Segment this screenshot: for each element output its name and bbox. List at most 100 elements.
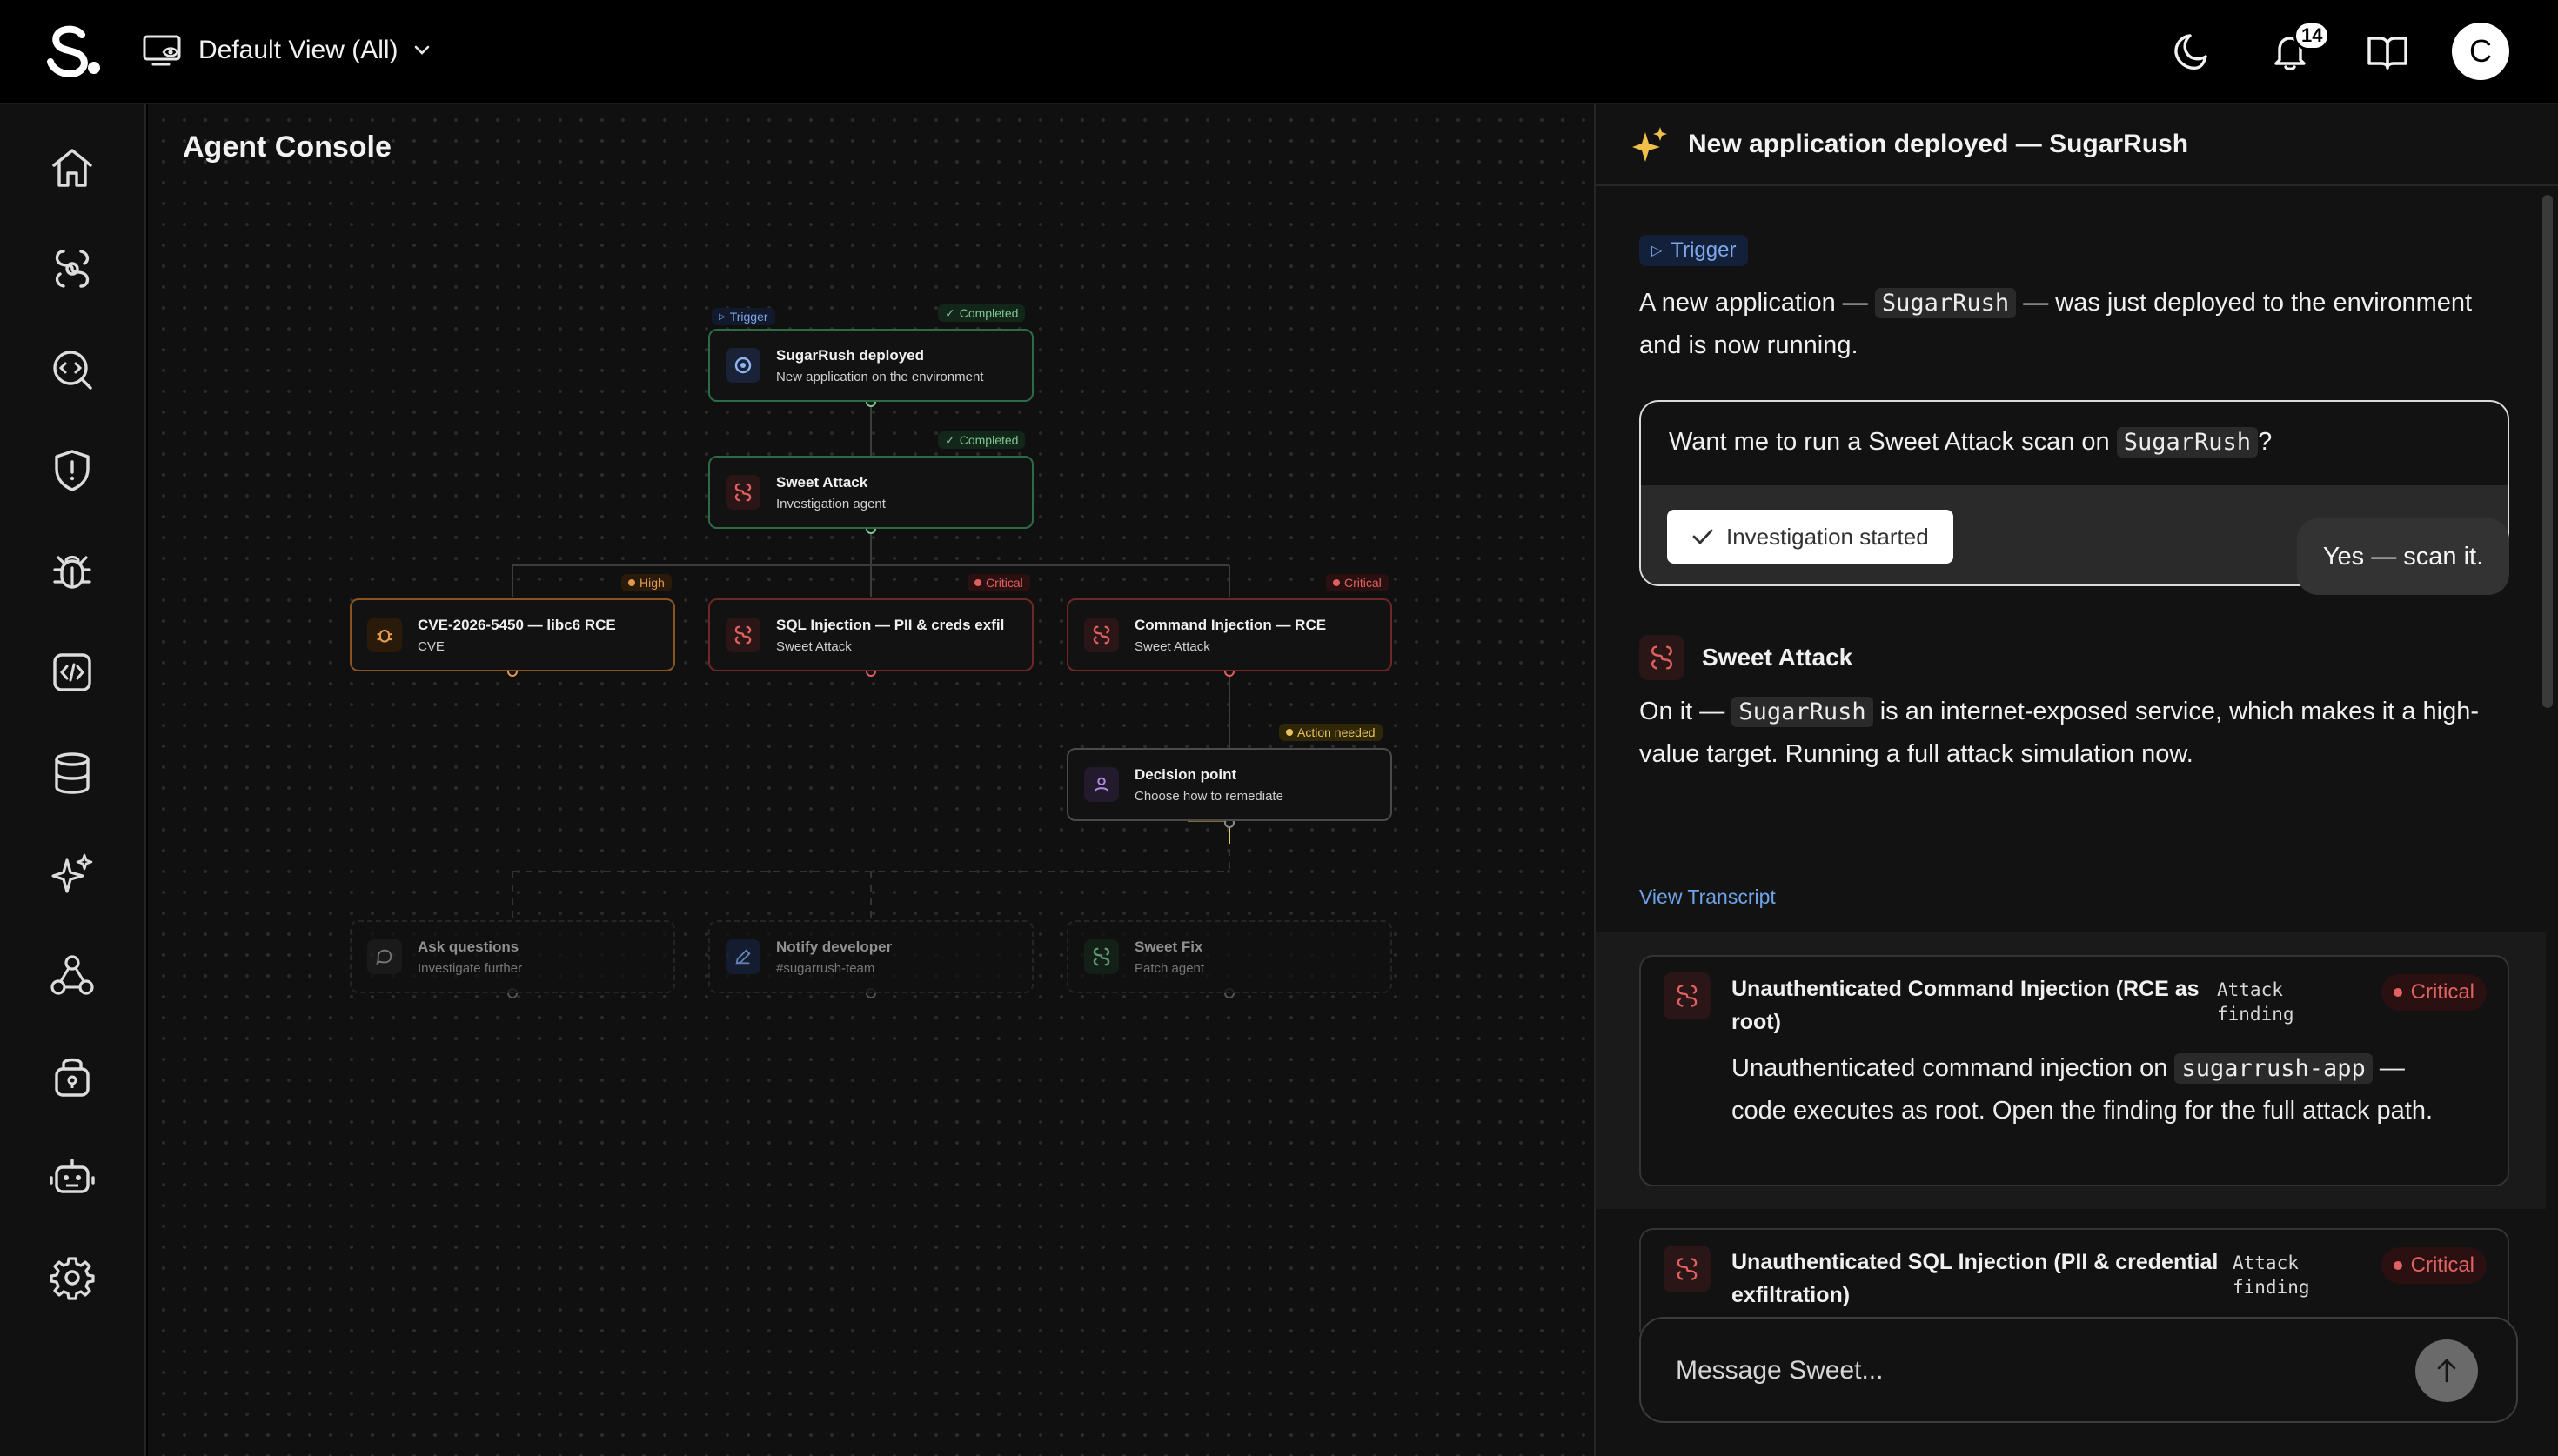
robot-icon bbox=[50, 1159, 95, 1193]
completed-tag: ✓ Completed bbox=[938, 431, 1026, 449]
node-title: SugarRush deployed bbox=[776, 346, 925, 364]
notification-count-badge: 14 bbox=[2293, 21, 2331, 50]
finding-type: Attack finding bbox=[2233, 1252, 2310, 1298]
sweet-attack-icon bbox=[726, 618, 760, 652]
check-icon bbox=[1692, 529, 1713, 545]
severity-tag-critical: Critical bbox=[968, 574, 1030, 591]
sidebar-item-settings[interactable] bbox=[42, 1247, 103, 1308]
sweet-fix-icon bbox=[1084, 939, 1119, 974]
message-composer bbox=[1639, 1317, 2518, 1423]
monitor-eye-icon bbox=[143, 35, 181, 66]
deploy-icon bbox=[726, 348, 760, 383]
scan-prompt-question: Want me to run a Sweet Attack scan on Su… bbox=[1669, 427, 2273, 458]
agent-message: On it — SugarRush is an internet-exposed… bbox=[1639, 697, 2479, 768]
node-title: Decision point bbox=[1135, 765, 1237, 783]
node-title: Sweet Fix bbox=[1135, 938, 1203, 955]
finding-title: Unauthenticated Command Injection (RCE a… bbox=[1731, 977, 2200, 1034]
lock-bag-icon bbox=[55, 1058, 90, 1097]
node-command-injection[interactable]: Command Injection — RCE Sweet Attack bbox=[1067, 598, 1392, 671]
sidebar-item-secrets[interactable] bbox=[42, 1045, 103, 1106]
node-title: Ask questions bbox=[418, 938, 519, 955]
message-input[interactable] bbox=[1676, 1345, 2372, 1397]
finding-card-command-injection[interactable]: Unauthenticated Command Injection (RCE a… bbox=[1639, 955, 2509, 1186]
sweet-attack-icon bbox=[1664, 972, 1711, 1019]
finding-title: Unauthenticated SQL Injection (PII & cre… bbox=[1731, 1250, 2219, 1307]
moon-icon bbox=[2174, 34, 2207, 70]
panel-header: New application deployed — SugarRush bbox=[1596, 104, 2558, 186]
gear-icon bbox=[50, 1257, 95, 1300]
sidebar bbox=[0, 104, 146, 1456]
sweet-attack-icon bbox=[1664, 1246, 1711, 1292]
code-file-icon bbox=[53, 653, 91, 691]
cve-bug-icon bbox=[367, 618, 402, 652]
severity-badge: Critical bbox=[2381, 974, 2487, 1011]
panel-title: New application deployed — SugarRush bbox=[1688, 130, 2189, 158]
sweet-attack-icon bbox=[1639, 635, 1684, 680]
node-decision-point[interactable]: Decision point Choose how to remediate bbox=[1067, 748, 1392, 821]
view-transcript-link[interactable]: View Transcript bbox=[1639, 885, 1776, 909]
theme-toggle-button[interactable] bbox=[2166, 26, 2219, 78]
sweet-logo[interactable] bbox=[45, 24, 103, 77]
sidebar-item-home[interactable] bbox=[42, 137, 103, 198]
arrow-up-icon bbox=[2437, 1359, 2456, 1383]
sweet-attack-icon bbox=[726, 475, 760, 510]
bug-icon bbox=[53, 555, 91, 589]
node-subtitle: #sugarrush-team bbox=[776, 960, 875, 976]
severity-tag-critical: Critical bbox=[1326, 574, 1389, 591]
node-sweet-attack[interactable]: Sweet Attack Investigation agent bbox=[708, 456, 1034, 529]
node-cve[interactable]: CVE-2026-5450 — libc6 RCE CVE bbox=[350, 598, 675, 671]
finding-description: Unauthenticated command injection on sug… bbox=[1731, 1053, 2434, 1125]
severity-badge: Critical bbox=[2381, 1247, 2487, 1284]
node-title: Notify developer bbox=[776, 938, 893, 955]
sparkles-icon bbox=[1632, 127, 1667, 162]
completed-tag: ✓ Completed bbox=[938, 304, 1026, 322]
sidebar-item-security[interactable] bbox=[42, 440, 103, 501]
sidebar-item-sweet-attack[interactable] bbox=[42, 238, 103, 299]
view-selector[interactable]: Default View (All) bbox=[143, 24, 430, 77]
agent-name: Sweet Attack bbox=[1702, 644, 1853, 671]
node-notify-developer[interactable]: Notify developer #sugarrush-team bbox=[708, 920, 1034, 993]
chevron-down-icon bbox=[414, 45, 429, 55]
sidebar-item-ai[interactable] bbox=[42, 844, 103, 905]
notifications-button[interactable]: 14 bbox=[2264, 21, 2331, 78]
agent-console-canvas[interactable]: Agent Console ▷ Trigger ✓ Completed SugarR… bbox=[148, 104, 1594, 1456]
sidebar-item-code[interactable] bbox=[42, 642, 103, 703]
top-bar: Default View (All) 14 C bbox=[0, 0, 2558, 104]
action-needed-tag: Action needed bbox=[1279, 724, 1383, 741]
sidebar-item-identities[interactable] bbox=[42, 945, 103, 1005]
node-subtitle: Choose how to remediate bbox=[1135, 788, 1283, 804]
agent-header: Sweet Attack bbox=[1639, 635, 1852, 680]
view-selector-label: Default View (All) bbox=[198, 36, 398, 64]
sidebar-item-database[interactable] bbox=[42, 743, 103, 804]
user-avatar[interactable]: C bbox=[2452, 23, 2509, 80]
trigger-chip: ▷ Trigger bbox=[1639, 235, 1749, 266]
severity-tag-high: High bbox=[621, 574, 672, 591]
node-title: CVE-2026-5450 — libc6 RCE bbox=[418, 616, 616, 633]
investigation-started-button[interactable]: Investigation started bbox=[1667, 510, 1953, 564]
chat-thread[interactable]: ▷ Trigger A new application — SugarRush —… bbox=[1596, 186, 2558, 1404]
trigger-tag: ▷ Trigger bbox=[712, 308, 775, 325]
chat-scrollbar[interactable] bbox=[2542, 195, 2553, 708]
shield-icon bbox=[55, 450, 90, 491]
send-button[interactable] bbox=[2415, 1339, 2478, 1402]
docs-button[interactable] bbox=[2361, 26, 2414, 78]
book-open-icon bbox=[2367, 37, 2407, 70]
node-ask-questions[interactable]: Ask questions Investigate further bbox=[350, 920, 675, 993]
chat-panel: New application deployed — SugarRush ▷ Tr… bbox=[1594, 104, 2558, 1456]
sidebar-item-agents[interactable] bbox=[42, 1146, 103, 1207]
sidebar-item-code-search[interactable] bbox=[42, 339, 103, 400]
sweet-attack-icon bbox=[1084, 618, 1119, 652]
finding-type: Attack finding bbox=[2217, 979, 2294, 1025]
node-subtitle: Sweet Attack bbox=[1135, 638, 1210, 654]
node-subtitle: CVE bbox=[418, 638, 445, 654]
node-sugarrush-deployed[interactable]: SugarRush deployed New application on the… bbox=[708, 329, 1034, 402]
node-sql-injection[interactable]: SQL Injection — PII & creds exfil Sweet A… bbox=[708, 598, 1034, 671]
node-sweet-fix[interactable]: Sweet Fix Patch agent bbox=[1067, 920, 1392, 993]
node-title: Command Injection — RCE bbox=[1135, 616, 1327, 633]
sidebar-item-bugs[interactable] bbox=[42, 541, 103, 602]
user-message: Yes — scan it. bbox=[2297, 518, 2509, 595]
node-title: SQL Injection — PII & creds exfil bbox=[776, 616, 1005, 633]
node-title: Sweet Attack bbox=[776, 473, 868, 491]
node-subtitle: Sweet Attack bbox=[776, 638, 852, 654]
chat-bubble-icon bbox=[367, 939, 402, 974]
